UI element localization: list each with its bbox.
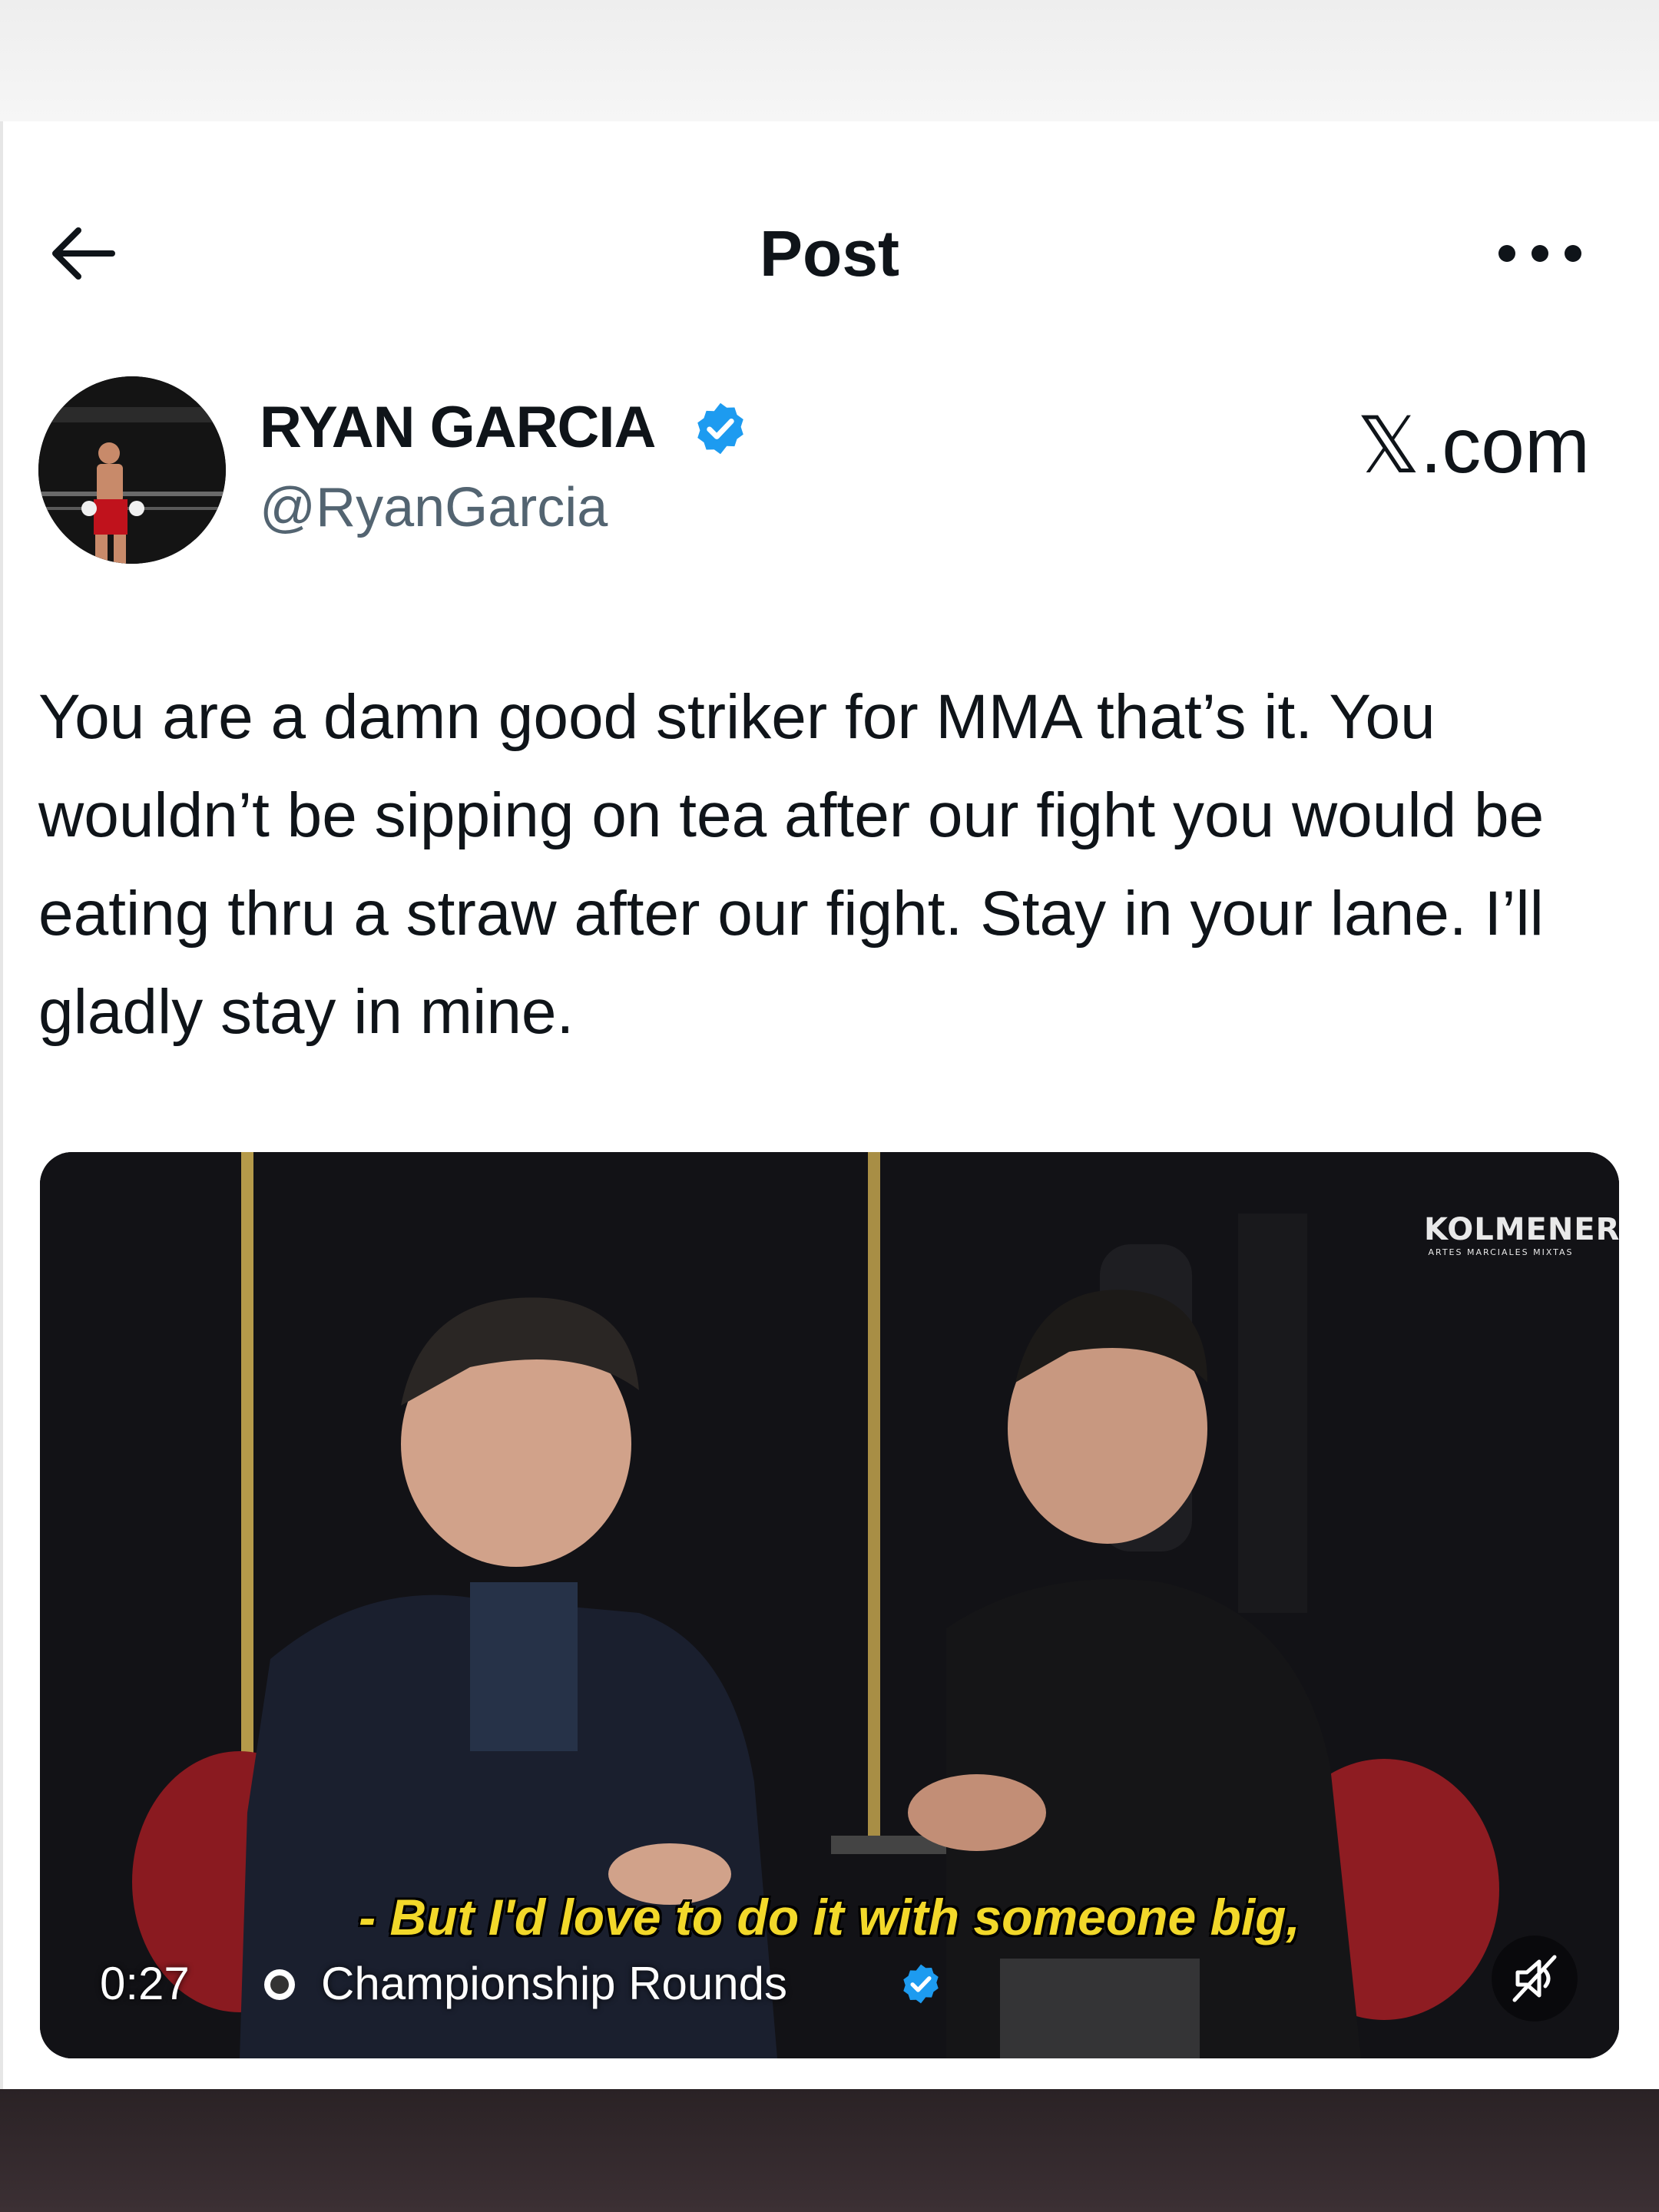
- video-subtitle: - But I'd love to do it with someone big…: [359, 1889, 1300, 1945]
- page-title: Post: [759, 217, 900, 290]
- verified-badge-icon: [691, 399, 750, 458]
- watermark-subtitle: ARTES MARCIALES MIXTAS: [1428, 1247, 1574, 1257]
- speaker-muted-icon: [1512, 1955, 1557, 2002]
- source-avatar-icon: [263, 1968, 296, 2002]
- author-handle[interactable]: @RyanGarcia: [260, 475, 608, 541]
- author-name[interactable]: RYAN GARCIA: [260, 393, 656, 462]
- video-player[interactable]: KOLMENERO ARTES MARCIALES MIXTAS - But I…: [40, 1152, 1619, 2058]
- top-blur-strip: [0, 0, 1659, 121]
- source-verified-icon: [899, 1962, 943, 2006]
- watermark-name: KOLMENERO: [1424, 1212, 1619, 1247]
- avatar[interactable]: [38, 376, 226, 564]
- mute-button[interactable]: [1492, 1936, 1578, 2022]
- video-watermark: KOLMENERO ARTES MARCIALES MIXTAS: [1424, 1212, 1619, 1258]
- more-horizontal-icon: [1498, 245, 1581, 262]
- x-brand-label: 𝕏.com: [1356, 402, 1590, 489]
- bottom-blur-strip: [0, 2089, 1659, 2212]
- tweet-text: You are a damn good striker for MMA that…: [38, 682, 1545, 1047]
- video-source-label[interactable]: Championship Rounds: [321, 1955, 787, 2012]
- more-options-button[interactable]: [1490, 230, 1590, 276]
- video-timestamp: 0:27: [100, 1958, 190, 2009]
